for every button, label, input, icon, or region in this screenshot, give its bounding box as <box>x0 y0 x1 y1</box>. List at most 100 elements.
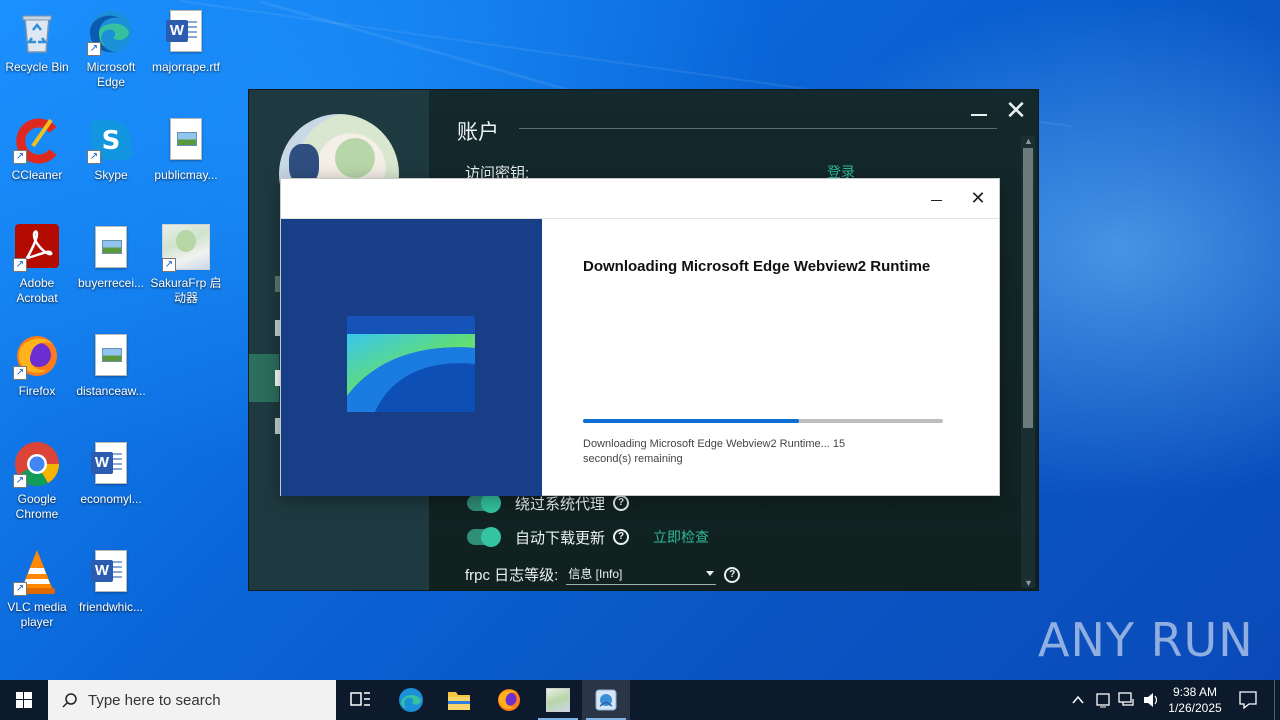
desktop-icon-label: Adobe Acrobat <box>16 276 58 305</box>
minimize-button[interactable] <box>969 103 989 123</box>
section-divider <box>519 128 997 129</box>
show-desktop-button[interactable] <box>1274 680 1280 720</box>
installer-brand-panel <box>281 219 542 496</box>
network-icon <box>1118 692 1134 706</box>
desktop-icon-label: Google Chrome <box>15 492 59 521</box>
auto-update-row: 自动下载更新 ? 立即检查 <box>467 526 709 548</box>
clock-date: 1/26/2025 <box>1168 701 1222 715</box>
watermark-text: ANY RUN <box>1038 613 1254 667</box>
notification-icon <box>1239 691 1257 710</box>
desktop-icon-friendwhic[interactable]: W friendwhic... <box>74 548 148 615</box>
minimize-icon <box>931 200 942 201</box>
shortcut-arrow-icon: ↗ <box>87 42 101 56</box>
minimize-icon <box>971 114 987 116</box>
scroll-down-icon[interactable]: ▼ <box>1024 578 1033 588</box>
recycle-bin-icon <box>13 8 61 56</box>
desktop-icon-label: majorrape.rtf <box>151 60 221 74</box>
word-document-icon: W <box>162 8 210 56</box>
desktop-icon-label: friendwhic... <box>78 600 144 614</box>
desktop-icon-skype[interactable]: S ↗ Skype <box>74 116 148 183</box>
search-placeholder: Type here to search <box>88 691 221 709</box>
shortcut-arrow-icon: ↗ <box>13 582 27 596</box>
desktop-icon-label: Recycle Bin <box>5 60 69 74</box>
desktop-icon-google-chrome[interactable]: ↗ Google Chrome <box>0 440 74 522</box>
chrome-icon: ↗ <box>13 440 61 488</box>
taskbar-firefox-button[interactable] <box>485 680 533 720</box>
tray-network[interactable] <box>1117 680 1137 720</box>
image-file-icon <box>87 332 135 380</box>
desktop-icon-recycle-bin[interactable]: Recycle Bin <box>0 8 74 75</box>
desktop-icon-label: SakuraFrp 启 动器 <box>150 276 222 305</box>
desktop-icon-ccleaner[interactable]: ↗ CCleaner <box>0 116 74 183</box>
dialog-close-button[interactable]: ✕ <box>969 189 987 207</box>
shortcut-arrow-icon: ↗ <box>13 474 27 488</box>
shortcut-arrow-icon: ↗ <box>162 258 176 272</box>
desktop-icon-label: Skype <box>94 168 128 182</box>
svg-text:S: S <box>102 126 121 156</box>
desktop-icon-label: buyerrecei... <box>77 276 145 290</box>
log-level-label: frpc 日志等级: <box>465 567 559 584</box>
dialog-minimize-button[interactable] <box>929 191 945 207</box>
task-view-button[interactable] <box>336 680 384 720</box>
scroll-up-icon[interactable]: ▲ <box>1024 136 1033 146</box>
taskbar-search-box[interactable]: Type here to search <box>48 680 336 720</box>
firefox-icon: ↗ <box>13 332 61 380</box>
check-now-link[interactable]: 立即检查 <box>653 527 709 547</box>
taskbar-installer-button[interactable] <box>582 680 630 720</box>
ccleaner-icon: ↗ <box>13 116 61 164</box>
taskbar-sakurafrp-button[interactable] <box>534 680 582 720</box>
taskbar-clock[interactable]: 9:38 AM 1/26/2025 <box>1162 684 1228 716</box>
scrollbar[interactable]: ▲ ▼ <box>1021 136 1035 588</box>
log-level-select[interactable]: 信息 [Info] <box>566 565 717 585</box>
show-hidden-icons-button[interactable] <box>1068 680 1088 720</box>
auto-update-toggle[interactable] <box>467 527 501 547</box>
clock-time: 9:38 AM <box>1172 685 1218 699</box>
desktop-icon-label: VLC media player <box>7 600 67 629</box>
desktop-icon-vlc[interactable]: ↗ VLC media player <box>0 548 74 630</box>
desktop-icon-buyerrecei[interactable]: buyerrecei... <box>74 224 148 291</box>
shortcut-arrow-icon: ↗ <box>13 366 27 380</box>
windows-logo-icon <box>16 692 32 708</box>
help-icon[interactable]: ? <box>613 529 630 545</box>
help-icon[interactable]: ? <box>724 566 741 583</box>
vlc-cone-icon: ↗ <box>13 548 61 596</box>
bypass-proxy-toggle[interactable] <box>467 493 501 513</box>
desktop-icon-publicmay[interactable]: publicmay... <box>149 116 223 183</box>
desktop-icon-label: Firefox <box>18 384 56 398</box>
webview2-logo-icon <box>347 316 475 412</box>
tray-volume[interactable] <box>1141 680 1161 720</box>
action-center-button[interactable] <box>1234 680 1262 720</box>
skype-icon: S ↗ <box>87 116 135 164</box>
webview2-installer-dialog: ✕ Downloading Microsoft Edge Webview2 Ru… <box>280 178 1000 496</box>
search-icon <box>62 692 78 708</box>
taskbar: Type here to search 9:38 AM 1/26/2025 <box>0 680 1280 720</box>
dialog-titlebar[interactable]: ✕ <box>281 179 999 219</box>
desktop-icon-majorrape-rtf[interactable]: W majorrape.rtf <box>149 8 223 75</box>
taskbar-edge-button[interactable] <box>387 680 435 720</box>
scrollbar-thumb[interactable] <box>1023 148 1033 428</box>
word-document-icon: W <box>87 548 135 596</box>
tray-network-adapter[interactable] <box>1093 680 1113 720</box>
desktop-icon-sakurafrp[interactable]: ↗ SakuraFrp 启 动器 <box>149 224 223 306</box>
sakurafrp-icon: ↗ <box>162 224 210 272</box>
desktop-icon-adobe-acrobat[interactable]: ↗ Adobe Acrobat <box>0 224 74 306</box>
close-button[interactable]: ✕ <box>1005 97 1027 123</box>
taskbar-file-explorer-button[interactable] <box>435 680 483 720</box>
image-file-icon <box>162 116 210 164</box>
help-icon[interactable]: ? <box>613 495 630 511</box>
desktop-icon-label: CCleaner <box>11 168 63 182</box>
image-file-icon <box>87 224 135 272</box>
dialog-heading: Downloading Microsoft Edge Webview2 Runt… <box>583 258 931 275</box>
desktop-icon-economyl[interactable]: W economyl... <box>74 440 148 507</box>
desktop-icon-label: Microsoft Edge <box>86 60 136 89</box>
start-button[interactable] <box>0 680 48 720</box>
edge-icon <box>399 688 423 712</box>
log-level-value: 信息 [Info] <box>568 566 623 581</box>
shortcut-arrow-icon: ↗ <box>87 150 101 164</box>
desktop-icon-distanceaw[interactable]: distanceaw... <box>74 332 148 399</box>
word-document-icon: W <box>87 440 135 488</box>
desktop-icon-microsoft-edge[interactable]: ↗ Microsoft Edge <box>74 8 148 90</box>
chevron-down-icon <box>706 570 715 576</box>
chevron-up-icon <box>1072 695 1084 704</box>
desktop-icon-firefox[interactable]: ↗ Firefox <box>0 332 74 399</box>
